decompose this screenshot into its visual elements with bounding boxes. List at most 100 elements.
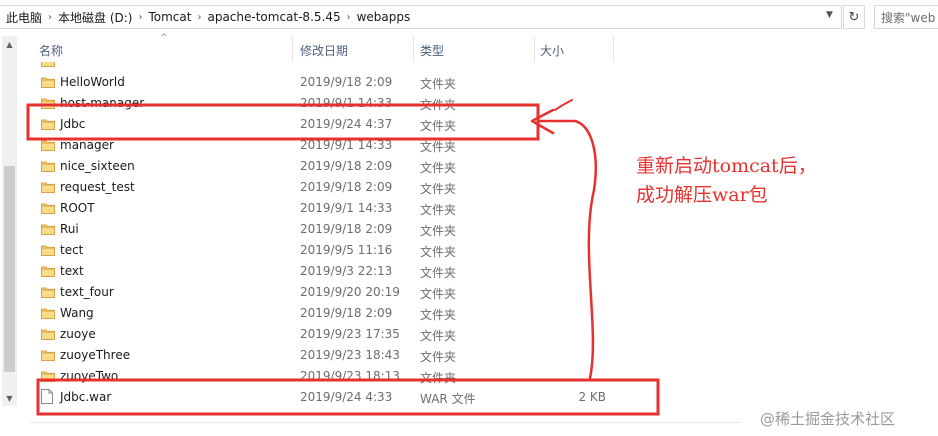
file-type: 文件夹 xyxy=(420,182,457,196)
address-bar[interactable]: 此电脑 › 本地磁盘 (D:) › Tomcat › apache-tomcat… xyxy=(0,5,842,29)
annotation-line-1: 重新启动tomcat后， xyxy=(636,155,817,177)
column-divider[interactable] xyxy=(292,36,293,62)
file-name: Rui xyxy=(60,222,79,236)
column-header-date[interactable]: 修改日期 xyxy=(300,42,348,59)
file-list: HelloWorld 2019/9/18 2:09 文件夹 host-manager 2… xyxy=(20,62,938,408)
breadcrumb-separator-icon[interactable]: › xyxy=(197,12,201,23)
search-placeholder: 搜索"web xyxy=(881,10,936,25)
file-type: 文件夹 xyxy=(420,140,457,154)
column-divider[interactable] xyxy=(613,36,614,62)
column-divider[interactable] xyxy=(413,36,414,62)
file-icon xyxy=(41,389,53,407)
file-type: 文件夹 xyxy=(420,119,457,133)
file-type: 文件夹 xyxy=(420,266,457,280)
breadcrumb-separator-icon[interactable]: › xyxy=(138,12,142,23)
folder-icon xyxy=(41,286,55,301)
file-date: 2019/9/18 2:09 xyxy=(300,180,393,194)
folder-row[interactable]: tect 2019/9/5 11:16 文件夹 xyxy=(20,240,938,261)
divider xyxy=(30,422,740,423)
folder-icon xyxy=(41,370,55,385)
file-size: 2 KB xyxy=(578,390,606,404)
file-date: 2019/9/18 2:09 xyxy=(300,159,393,173)
file-type: 文件夹 xyxy=(420,329,457,343)
file-type: 文件夹 xyxy=(420,224,457,238)
file-name: host-manager xyxy=(60,96,145,110)
folder-icon xyxy=(41,76,55,91)
folder-icon xyxy=(41,328,55,343)
breadcrumb-item[interactable]: Tomcat xyxy=(148,10,191,24)
file-type: WAR 文件 xyxy=(420,392,476,406)
file-name: zuoyeThree xyxy=(60,348,131,362)
folder-icon xyxy=(41,349,55,364)
file-name: Jdbc.war xyxy=(60,390,112,404)
column-header-type[interactable]: 类型 xyxy=(420,42,444,59)
file-name: request_test xyxy=(60,180,135,194)
file-type: 文件夹 xyxy=(420,161,457,175)
file-row[interactable]: Jdbc.war 2019/9/24 4:33 WAR 文件 2 KB xyxy=(20,387,938,408)
folder-icon xyxy=(41,307,55,322)
file-date: 2019/9/1 14:33 xyxy=(300,138,393,152)
column-header-name[interactable]: 名称 xyxy=(39,42,63,59)
folder-row[interactable]: Jdbc 2019/9/24 4:37 文件夹 xyxy=(20,114,938,135)
column-header-size[interactable]: 大小 xyxy=(540,42,564,59)
file-date: 2019/9/20 20:19 xyxy=(300,285,400,299)
breadcrumb-separator-icon[interactable]: › xyxy=(347,12,351,23)
file-name: zuoye xyxy=(60,327,96,341)
scroll-down-icon[interactable]: ▼ xyxy=(2,390,17,406)
folder-row[interactable]: zuoyeTwo 2019/9/23 18:13 文件夹 xyxy=(20,366,938,387)
folder-icon xyxy=(41,265,55,280)
file-name: text_four xyxy=(60,285,114,299)
folder-icon xyxy=(41,223,55,238)
file-type: 文件夹 xyxy=(420,371,457,385)
file-date: 2019/9/23 18:43 xyxy=(300,348,400,362)
folder-row[interactable]: text 2019/9/3 22:13 文件夹 xyxy=(20,261,938,282)
file-name: Jdbc xyxy=(60,117,86,131)
folder-icon xyxy=(41,181,55,196)
folder-icon xyxy=(41,160,55,175)
column-divider[interactable] xyxy=(534,36,535,62)
folder-icon xyxy=(41,97,55,112)
breadcrumb-item[interactable]: 本地磁盘 (D:) xyxy=(58,9,132,26)
column-header-row: ^ 名称 修改日期 类型 大小 xyxy=(20,33,938,62)
file-name: zuoyeTwo xyxy=(60,369,119,383)
file-name: tect xyxy=(60,243,84,257)
sort-ascending-icon: ^ xyxy=(160,33,168,43)
refresh-button[interactable]: ↻ xyxy=(843,5,865,29)
file-date: 2019/9/1 14:33 xyxy=(300,201,393,215)
folder-row[interactable]: zuoyeThree 2019/9/23 18:43 文件夹 xyxy=(20,345,938,366)
breadcrumb-item[interactable]: webapps xyxy=(357,10,411,24)
breadcrumb-separator-icon[interactable]: › xyxy=(48,12,52,23)
file-type: 文件夹 xyxy=(420,350,457,364)
folder-row[interactable]: Wang 2019/9/18 2:09 文件夹 xyxy=(20,303,938,324)
folder-row[interactable]: host-manager 2019/9/1 14:33 文件夹 xyxy=(20,93,938,114)
folder-icon xyxy=(41,244,55,259)
chevron-down-icon[interactable]: ▼ xyxy=(826,10,833,20)
folder-icon xyxy=(41,139,55,154)
refresh-icon: ↻ xyxy=(848,9,860,25)
breadcrumb-item[interactable]: apache-tomcat-8.5.45 xyxy=(207,10,340,24)
file-name: HelloWorld xyxy=(60,75,125,89)
address-row: 此电脑 › 本地磁盘 (D:) › Tomcat › apache-tomcat… xyxy=(0,0,938,34)
folder-row[interactable]: text_four 2019/9/20 20:19 文件夹 xyxy=(20,282,938,303)
file-date: 2019/9/3 22:13 xyxy=(300,264,393,278)
scroll-up-icon[interactable]: ▲ xyxy=(2,36,17,52)
breadcrumb-item[interactable]: 此电脑 xyxy=(6,9,42,26)
scroll-thumb[interactable] xyxy=(4,166,15,372)
file-date: 2019/9/24 4:37 xyxy=(300,117,393,131)
file-type: 文件夹 xyxy=(420,245,457,259)
file-name: nice_sixteen xyxy=(60,159,135,173)
search-input[interactable]: 搜索"web xyxy=(874,5,938,29)
folder-row[interactable]: HelloWorld 2019/9/18 2:09 文件夹 xyxy=(20,72,938,93)
folder-row[interactable] xyxy=(20,62,938,72)
file-type: 文件夹 xyxy=(420,77,457,91)
vertical-scrollbar[interactable]: ▲ ▼ xyxy=(2,36,17,406)
folder-row[interactable]: Rui 2019/9/18 2:09 文件夹 xyxy=(20,219,938,240)
folder-row[interactable]: zuoye 2019/9/23 17:35 文件夹 xyxy=(20,324,938,345)
folder-icon xyxy=(41,202,55,217)
file-date: 2019/9/5 11:16 xyxy=(300,243,393,257)
annotation-line-2: 成功解压war包 xyxy=(636,184,768,206)
file-date: 2019/9/18 2:09 xyxy=(300,222,393,236)
file-type: 文件夹 xyxy=(420,308,457,322)
file-date: 2019/9/18 2:09 xyxy=(300,306,393,320)
file-date: 2019/9/1 14:33 xyxy=(300,96,393,110)
